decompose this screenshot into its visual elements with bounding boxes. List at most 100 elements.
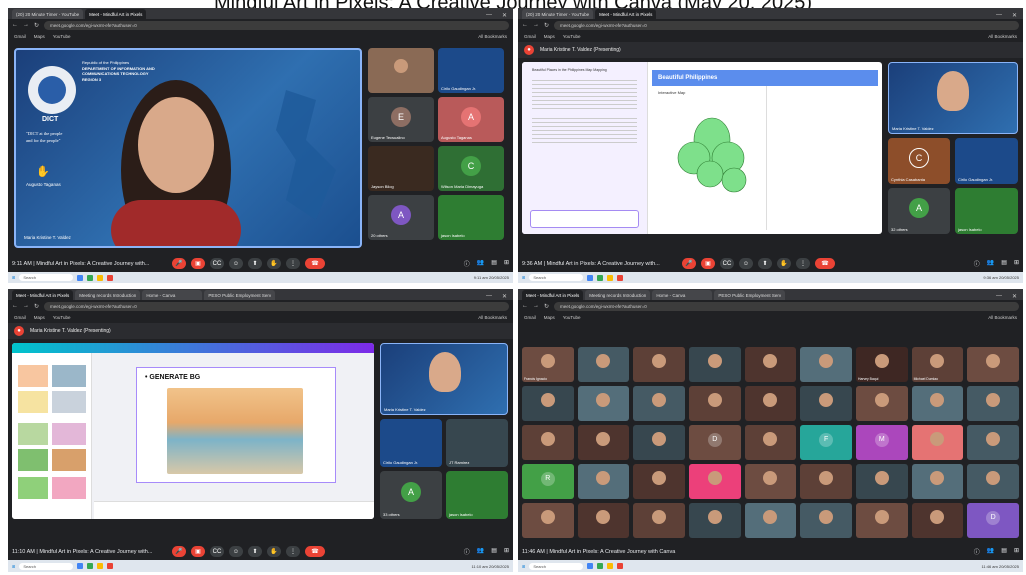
all-bookmarks[interactable]: All Bookmarks xyxy=(988,315,1017,320)
participant-tile[interactable] xyxy=(744,464,797,499)
people-icon[interactable]: 👥 xyxy=(477,259,484,268)
close-icon[interactable]: ✕ xyxy=(502,293,507,300)
present-button[interactable]: ⬆ xyxy=(758,258,772,269)
participant-tile[interactable] xyxy=(577,347,630,382)
reload-icon[interactable]: ↻ xyxy=(544,303,549,310)
participant-tile[interactable] xyxy=(744,425,797,460)
participant-tile[interactable] xyxy=(800,503,852,538)
participant-tile[interactable] xyxy=(577,464,630,499)
participant-tile[interactable] xyxy=(856,464,908,499)
participant-tile[interactable] xyxy=(744,386,797,421)
canva-thumb[interactable] xyxy=(52,477,86,499)
raise-hand-button[interactable]: ✋ xyxy=(267,258,281,269)
others-tile[interactable]: A 32 others xyxy=(888,188,950,234)
present-button[interactable]: ⬆ xyxy=(248,258,262,269)
minimize-icon[interactable]: — xyxy=(486,293,492,300)
activities-icon[interactable]: ⊞ xyxy=(1014,547,1019,556)
more-options-button[interactable]: ⋮ xyxy=(796,258,810,269)
participant-tile[interactable]: M xyxy=(856,425,908,460)
start-icon[interactable]: ⊞ xyxy=(12,564,15,569)
minimize-icon[interactable]: — xyxy=(486,12,492,19)
mic-button[interactable]: 🎤 xyxy=(682,258,696,269)
people-icon[interactable]: 👥 xyxy=(987,547,994,556)
canva-thumb[interactable] xyxy=(18,449,48,471)
info-icon[interactable]: ⓘ xyxy=(464,259,470,268)
participant-tile[interactable]: C Cynthia Casabanta xyxy=(888,138,950,184)
participant-tile[interactable] xyxy=(911,464,964,499)
reload-icon[interactable]: ↻ xyxy=(34,22,39,29)
participant-tile[interactable]: C Wilson Maria Dimayuga xyxy=(438,146,504,191)
taskbar-search[interactable]: Search xyxy=(529,274,584,281)
taskbar-app-icon[interactable] xyxy=(77,274,84,281)
participant-tile[interactable] xyxy=(522,503,574,538)
participant-tile[interactable] xyxy=(800,347,852,382)
captions-button[interactable]: CC xyxy=(210,546,224,557)
bookmark-gmail[interactable]: Gmail xyxy=(524,34,536,39)
start-icon[interactable]: ⊞ xyxy=(12,275,15,280)
chat-icon[interactable]: ▤ xyxy=(1001,547,1007,556)
participant-tile[interactable]: D xyxy=(689,425,741,460)
all-bookmarks[interactable]: All Bookmarks xyxy=(988,34,1017,39)
shared-screen[interactable]: Beautiful Places in the Philippines Map … xyxy=(522,62,882,234)
taskbar-app-icon[interactable] xyxy=(97,563,104,569)
taskbar-app-icon[interactable] xyxy=(77,563,84,569)
canva-chat-input[interactable] xyxy=(530,210,639,228)
back-icon[interactable]: ← xyxy=(12,22,18,28)
canva-thumb[interactable] xyxy=(52,423,86,445)
browser-tab-active[interactable]: Meet - Mindful Art in Pixels xyxy=(12,290,74,300)
captions-button[interactable]: CC xyxy=(210,258,224,269)
chat-icon[interactable]: ▤ xyxy=(491,259,497,268)
taskbar-app-icon[interactable] xyxy=(587,274,594,281)
all-bookmarks[interactable]: All Bookmarks xyxy=(478,315,507,320)
others-tile[interactable]: A 20 others xyxy=(368,195,434,240)
browser-tab[interactable]: Meeting records Introduction xyxy=(585,290,651,300)
participant-tile[interactable] xyxy=(744,503,797,538)
taskbar-app-icon[interactable] xyxy=(607,563,614,569)
mic-button[interactable]: 🎤 xyxy=(172,258,186,269)
participant-tile[interactable] xyxy=(577,386,630,421)
present-button[interactable]: ⬆ xyxy=(248,546,262,557)
participant-tile[interactable] xyxy=(689,386,741,421)
bookmark-maps[interactable]: Maps xyxy=(34,34,45,39)
participant-tile[interactable]: Harvey Baqui xyxy=(856,347,908,382)
emoji-button[interactable]: ☺ xyxy=(229,258,243,269)
canva-thumb[interactable] xyxy=(18,477,48,499)
participant-tile[interactable]: E Eugene Tecsualino xyxy=(368,97,434,142)
taskbar-app-icon[interactable] xyxy=(617,563,624,569)
address-bar[interactable]: meet.google.com/egi-wxmt-efe?authuser=0 xyxy=(44,301,509,311)
participant-tile[interactable]: R xyxy=(522,464,574,499)
taskbar-app-icon[interactable] xyxy=(617,274,624,281)
bookmark-gmail[interactable]: Gmail xyxy=(14,34,26,39)
bookmark-youtube[interactable]: YouTube xyxy=(563,34,581,39)
browser-tab-active[interactable]: Meet - Mindful Art in Pixels xyxy=(85,9,147,19)
canva-thumb[interactable] xyxy=(18,423,48,445)
participant-tile[interactable] xyxy=(522,386,574,421)
bookmark-youtube[interactable]: YouTube xyxy=(563,315,581,320)
participant-tile[interactable] xyxy=(911,425,964,460)
captions-button[interactable]: CC xyxy=(720,258,734,269)
info-icon[interactable]: ⓘ xyxy=(464,547,470,556)
participant-tile[interactable] xyxy=(633,503,685,538)
activities-icon[interactable]: ⊞ xyxy=(1014,259,1019,268)
bookmark-maps[interactable]: Maps xyxy=(544,315,555,320)
address-bar[interactable]: meet.google.com/egi-wxmt-efe?authuser=0 xyxy=(554,20,1019,30)
camera-button[interactable]: ▣ xyxy=(191,258,205,269)
canva-thumb[interactable] xyxy=(52,365,86,387)
chat-icon[interactable]: ▤ xyxy=(1001,259,1007,268)
participant-tile[interactable] xyxy=(856,386,908,421)
participant-tile[interactable] xyxy=(911,386,964,421)
browser-tab-active[interactable]: Meet - Mindful Art in Pixels xyxy=(522,290,584,300)
camera-button[interactable]: ▣ xyxy=(191,546,205,557)
browser-tab[interactable]: Home - Canva xyxy=(142,290,203,300)
participant-tile[interactable]: F xyxy=(800,425,852,460)
taskbar-app-icon[interactable] xyxy=(597,274,604,281)
participant-tile[interactable] xyxy=(744,347,797,382)
address-bar[interactable]: meet.google.com/egi-wxmt-efe?authuser=0 xyxy=(554,301,1019,311)
activities-icon[interactable]: ⊞ xyxy=(504,547,509,556)
participant-tile[interactable] xyxy=(633,425,685,460)
browser-tab-active[interactable]: Meet - Mindful Art in Pixels xyxy=(595,9,657,19)
bookmark-gmail[interactable]: Gmail xyxy=(524,315,536,320)
end-call-button[interactable]: ☎ xyxy=(815,258,835,269)
bookmark-maps[interactable]: Maps xyxy=(544,34,555,39)
back-icon[interactable]: ← xyxy=(522,22,528,28)
